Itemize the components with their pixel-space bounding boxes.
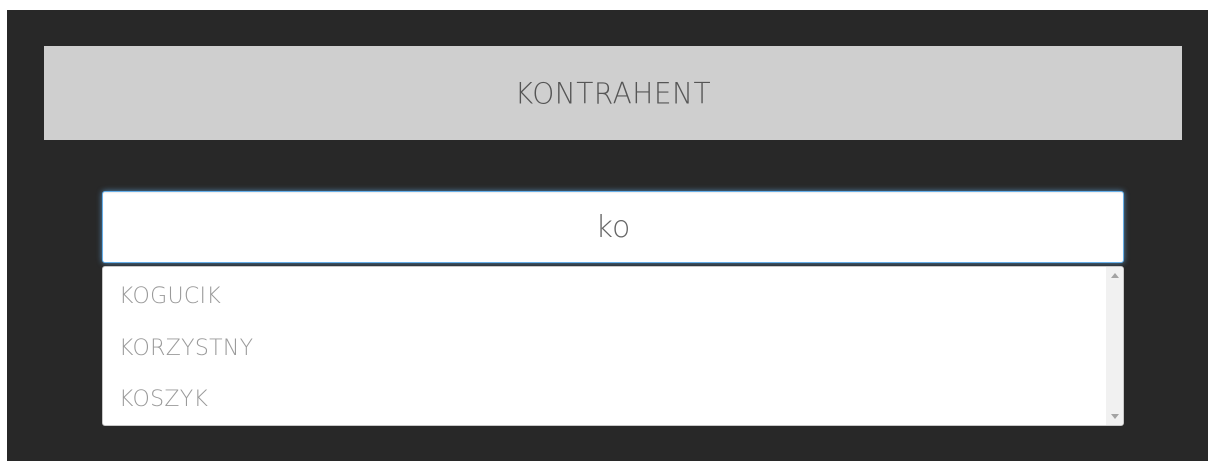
suggestion-item-korzystny[interactable]: KORZYSTNY <box>103 323 1106 374</box>
triangle-up-icon <box>1110 273 1119 278</box>
suggestion-item-koszyk[interactable]: KOSZYK <box>103 374 1106 425</box>
suggestion-item-kogucik[interactable]: KOGUCIK <box>103 267 1106 323</box>
header-bar: KONTRAHENT <box>44 46 1182 140</box>
suggestion-list: KOGUCIK KORZYSTNY KOSZYK <box>103 267 1106 425</box>
contractor-search-input[interactable] <box>102 191 1124 263</box>
scroll-up-button[interactable] <box>1106 267 1123 284</box>
scroll-down-button[interactable] <box>1106 408 1123 425</box>
dropdown-scrollbar[interactable] <box>1106 267 1123 425</box>
triangle-down-icon <box>1110 414 1119 419</box>
page-title: KONTRAHENT <box>514 75 712 111</box>
app-window: KONTRAHENT KOGUCIK KORZYSTNY KOSZYK <box>7 10 1208 461</box>
autocomplete-dropdown: KOGUCIK KORZYSTNY KOSZYK <box>102 266 1124 426</box>
